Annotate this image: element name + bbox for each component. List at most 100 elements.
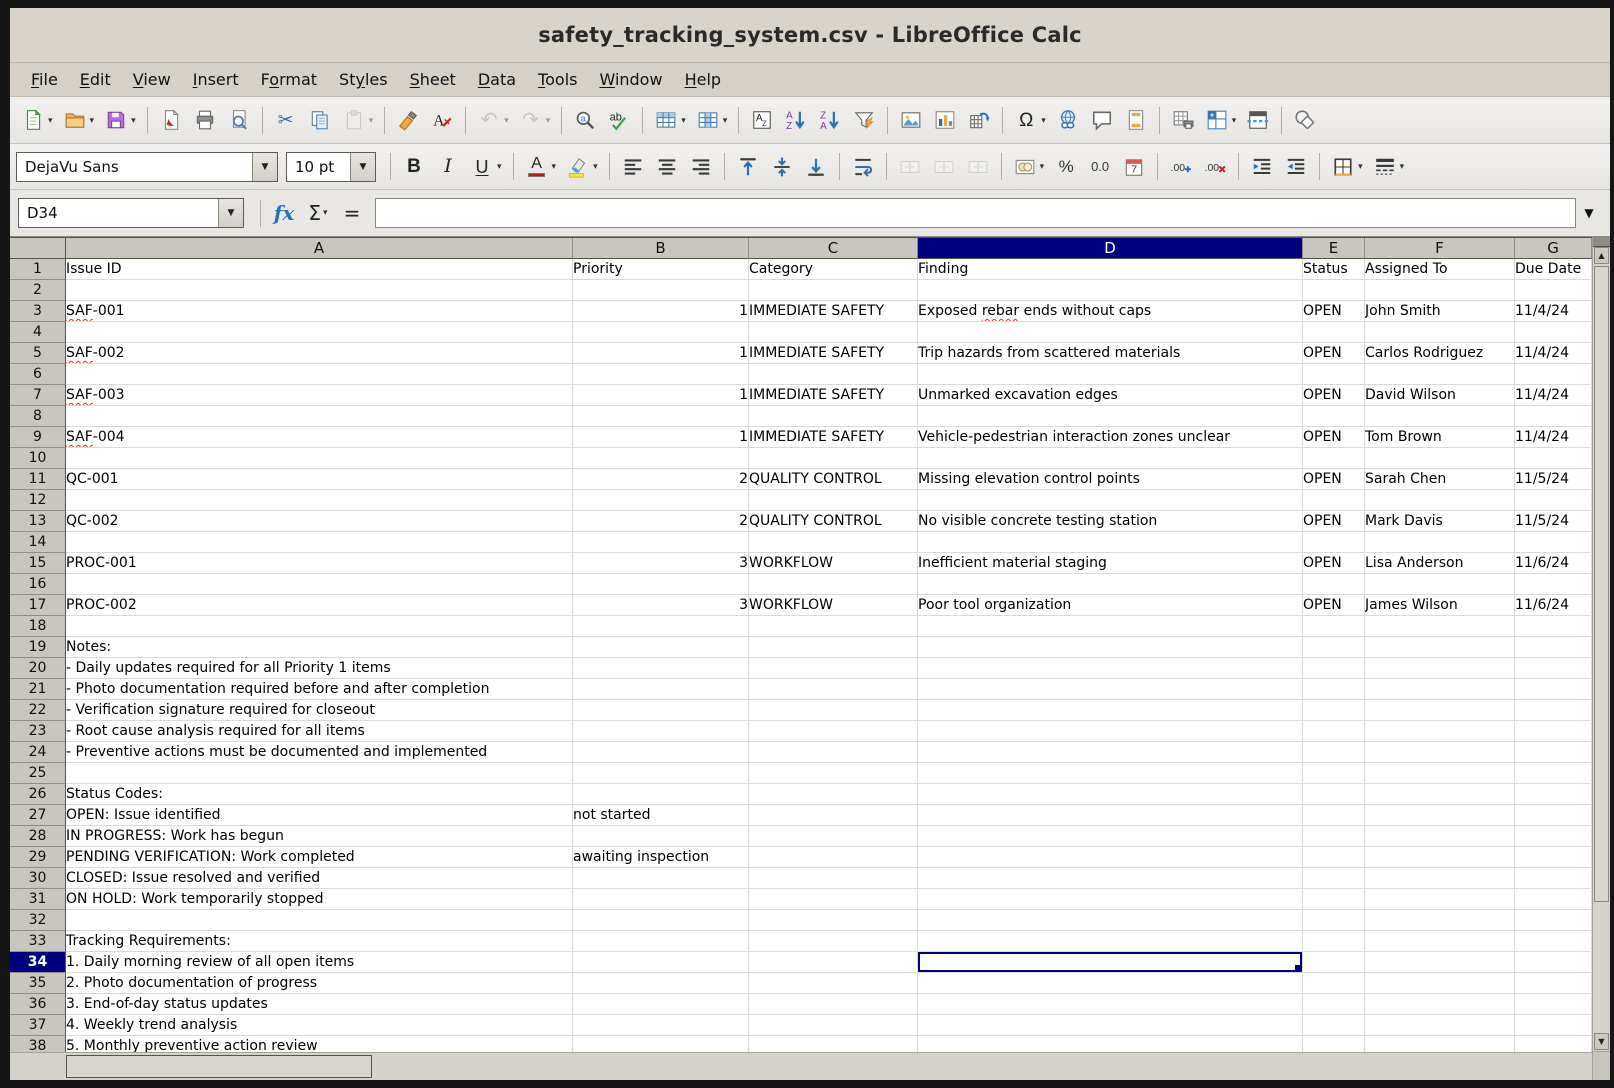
menu-data[interactable]: Data [467, 66, 527, 93]
cell-A1[interactable]: Issue ID [66, 259, 573, 280]
format-as-currency-dropdown[interactable]: ▾ [1040, 161, 1045, 172]
cell-A24[interactable]: - Preventive actions must be documented … [66, 742, 573, 763]
cell-G11[interactable]: 11/5/24 [1515, 469, 1592, 490]
cell-F19[interactable] [1365, 637, 1515, 658]
cell-G26[interactable] [1515, 784, 1592, 805]
cell-F27[interactable] [1365, 805, 1515, 826]
cell-C7[interactable]: IMMEDIATE SAFETY [749, 385, 918, 406]
cell-E15[interactable]: OPEN [1303, 553, 1365, 574]
cell-A6[interactable] [66, 364, 573, 385]
cell-A17[interactable]: PROC-002 [66, 595, 573, 616]
cell-B6[interactable] [573, 364, 749, 385]
row-header-11[interactable]: 11 [10, 469, 66, 490]
row-header-2[interactable]: 2 [10, 280, 66, 301]
cell-G32[interactable] [1515, 910, 1592, 931]
row-header-6[interactable]: 6 [10, 364, 66, 385]
cell-E33[interactable] [1303, 931, 1365, 952]
cell-G18[interactable] [1515, 616, 1592, 637]
cell-A20[interactable]: - Daily updates required for all Priorit… [66, 658, 573, 679]
cell-B35[interactable] [573, 973, 749, 994]
scroll-down-button[interactable]: ▼ [1594, 1033, 1609, 1050]
cell-E1[interactable]: Status [1303, 259, 1365, 280]
underline-dropdown[interactable]: ▾ [497, 161, 502, 172]
decrease-indent-button[interactable] [1280, 149, 1312, 185]
cell-C14[interactable] [749, 532, 918, 553]
cell-B2[interactable] [573, 280, 749, 301]
insert-special-character-button[interactable]: Ω▾ [1010, 102, 1050, 138]
cell-E7[interactable]: OPEN [1303, 385, 1365, 406]
cell-E17[interactable]: OPEN [1303, 595, 1365, 616]
cell-B33[interactable] [573, 931, 749, 952]
column-header-G[interactable]: G [1515, 238, 1592, 259]
cell-C34[interactable] [749, 952, 918, 973]
cell-C17[interactable]: WORKFLOW [749, 595, 918, 616]
show-draw-functions-button[interactable] [1289, 102, 1321, 138]
cell-E2[interactable] [1303, 280, 1365, 301]
cell-G16[interactable] [1515, 574, 1592, 595]
cell-A26[interactable]: Status Codes: [66, 784, 573, 805]
cell-F25[interactable] [1365, 763, 1515, 784]
cell-G1[interactable]: Due Date [1515, 259, 1592, 280]
export-as-pdf-button[interactable] [155, 102, 187, 138]
cell-A5[interactable]: SAF-002 [66, 343, 573, 364]
cell-D38[interactable] [918, 1036, 1303, 1052]
row-header-3[interactable]: 3 [10, 301, 66, 322]
scroll-up-button[interactable]: ▲ [1594, 247, 1609, 264]
cell-A8[interactable] [66, 406, 573, 427]
cell-D35[interactable] [918, 973, 1303, 994]
cell-F32[interactable] [1365, 910, 1515, 931]
cell-F6[interactable] [1365, 364, 1515, 385]
cell-E3[interactable]: OPEN [1303, 301, 1365, 322]
row-header-18[interactable]: 18 [10, 616, 66, 637]
align-top-button[interactable] [732, 149, 764, 185]
cell-F22[interactable] [1365, 700, 1515, 721]
clear-formatting-button[interactable]: A [426, 102, 458, 138]
cell-B16[interactable] [573, 574, 749, 595]
cell-G10[interactable] [1515, 448, 1592, 469]
cell-E29[interactable] [1303, 847, 1365, 868]
borders-button[interactable]: ▾ [1327, 149, 1367, 185]
row-header-32[interactable]: 32 [10, 910, 66, 931]
insert-comment-button[interactable] [1086, 102, 1118, 138]
cell-E25[interactable] [1303, 763, 1365, 784]
cell-C8[interactable] [749, 406, 918, 427]
cell-D12[interactable] [918, 490, 1303, 511]
sort-ascending-button[interactable]: AZ [780, 102, 812, 138]
cell-G9[interactable]: 11/4/24 [1515, 427, 1592, 448]
cell-D6[interactable] [918, 364, 1303, 385]
cell-F14[interactable] [1365, 532, 1515, 553]
cut-button[interactable]: ✂ [270, 102, 302, 138]
cell-D10[interactable] [918, 448, 1303, 469]
cell-C20[interactable] [749, 658, 918, 679]
pivot-table-button[interactable] [963, 102, 995, 138]
cell-G2[interactable] [1515, 280, 1592, 301]
highlighting-color-dropdown[interactable]: ▾ [593, 161, 598, 172]
cell-G23[interactable] [1515, 721, 1592, 742]
align-center-button[interactable] [651, 149, 683, 185]
cell-G14[interactable] [1515, 532, 1592, 553]
cell-E9[interactable]: OPEN [1303, 427, 1365, 448]
insert-hyperlink-button[interactable] [1052, 102, 1084, 138]
cell-C18[interactable] [749, 616, 918, 637]
cell-C3[interactable]: IMMEDIATE SAFETY [749, 301, 918, 322]
cell-F38[interactable] [1365, 1036, 1515, 1052]
cell-D24[interactable] [918, 742, 1303, 763]
cell-D25[interactable] [918, 763, 1303, 784]
font-color-button[interactable]: A▾ [521, 149, 561, 185]
menu-insert[interactable]: Insert [182, 66, 250, 93]
insert-chart-button[interactable] [929, 102, 961, 138]
cell-B23[interactable] [573, 721, 749, 742]
menu-format[interactable]: Format [250, 66, 328, 93]
row-header-9[interactable]: 9 [10, 427, 66, 448]
row-header-35[interactable]: 35 [10, 973, 66, 994]
row-header-8[interactable]: 8 [10, 406, 66, 427]
cell-B9[interactable]: 1 [573, 427, 749, 448]
formula-button[interactable]: = [335, 197, 369, 229]
row-header-14[interactable]: 14 [10, 532, 66, 553]
cell-B26[interactable] [573, 784, 749, 805]
function-wizard-button[interactable]: fx [267, 197, 301, 229]
menu-help[interactable]: Help [674, 66, 732, 93]
menu-sheet[interactable]: Sheet [399, 66, 467, 93]
cell-D31[interactable] [918, 889, 1303, 910]
cell-C9[interactable]: IMMEDIATE SAFETY [749, 427, 918, 448]
